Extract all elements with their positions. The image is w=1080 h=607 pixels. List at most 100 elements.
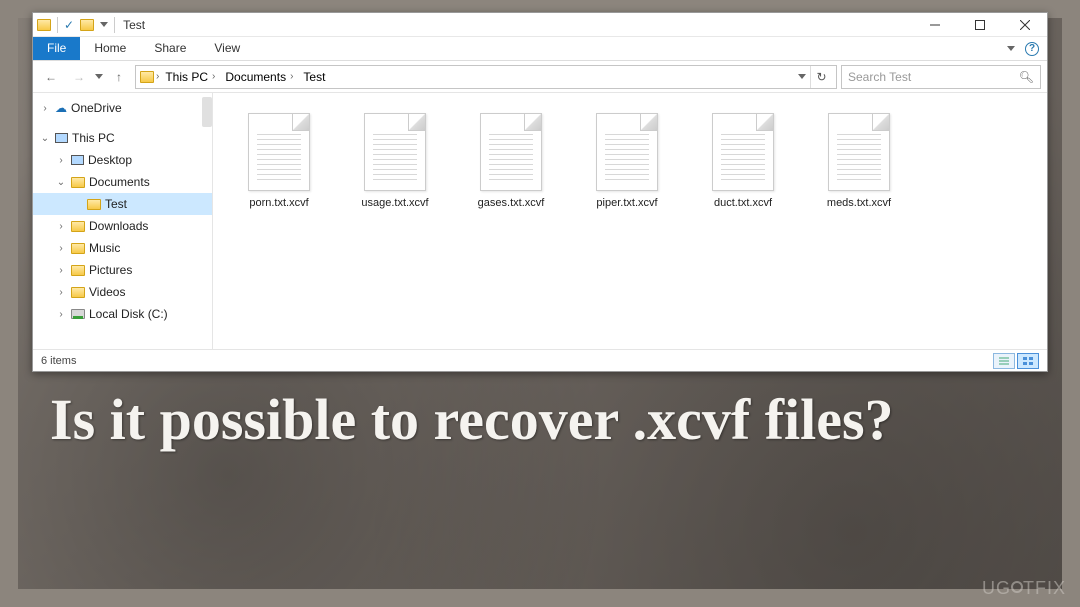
- minimize-button[interactable]: [912, 13, 957, 37]
- navigation-tree: › ☁ OneDrive ⌄ This PC › Desktop ⌄ Documents Test…: [33, 93, 213, 349]
- breadcrumb-label: Documents: [225, 70, 286, 84]
- close-button[interactable]: [1002, 13, 1047, 37]
- search-input[interactable]: Search Test 🔍︎: [841, 65, 1041, 89]
- tree-item-label: This PC: [72, 131, 115, 145]
- help-icon[interactable]: ?: [1025, 42, 1039, 56]
- expander-icon[interactable]: ›: [39, 103, 51, 114]
- tree-item-label: Videos: [89, 285, 125, 299]
- tree-item-desktop[interactable]: › Desktop: [33, 149, 212, 171]
- file-tab[interactable]: File: [33, 37, 80, 60]
- search-placeholder: Search Test: [848, 70, 911, 84]
- history-dropdown-icon[interactable]: [95, 74, 103, 79]
- tree-item-documents[interactable]: ⌄ Documents: [33, 171, 212, 193]
- file-name-label: meds.txt.xcvf: [827, 197, 891, 209]
- chevron-right-icon[interactable]: ›: [156, 71, 159, 82]
- folder-icon: [140, 71, 154, 83]
- file-item[interactable]: porn.txt.xcvf: [221, 105, 337, 217]
- file-list-pane[interactable]: porn.txt.xcvfusage.txt.xcvf gases.txt.xcv…: [213, 93, 1047, 349]
- file-item[interactable]: duct.txt.xcvf: [685, 105, 801, 217]
- up-button[interactable]: ↑: [107, 65, 131, 89]
- tree-item-test[interactable]: Test: [33, 193, 212, 215]
- tree-item-music[interactable]: › Music: [33, 237, 212, 259]
- forward-button[interactable]: →: [67, 65, 91, 89]
- expander-icon[interactable]: ›: [55, 265, 67, 276]
- quick-access-toolbar: ✓: [37, 17, 115, 33]
- tree-item-onedrive[interactable]: › ☁ OneDrive: [33, 97, 212, 119]
- tree-item-label: Desktop: [88, 153, 132, 167]
- expander-icon[interactable]: ›: [55, 155, 67, 166]
- file-item[interactable]: meds.txt.xcvf: [801, 105, 917, 217]
- chevron-right-icon[interactable]: ›: [212, 71, 215, 82]
- expander-icon[interactable]: ›: [55, 287, 67, 298]
- document-icon: [712, 113, 774, 191]
- tree-item-label: Documents: [89, 175, 150, 189]
- disk-icon: [71, 309, 85, 319]
- pc-icon: [55, 133, 68, 143]
- folder-icon: [71, 287, 85, 298]
- expander-icon[interactable]: ⌄: [55, 177, 67, 188]
- separator: [57, 17, 58, 33]
- folder-icon: [71, 177, 85, 188]
- expander-icon[interactable]: ›: [55, 221, 67, 232]
- titlebar: ✓ Test: [33, 13, 1047, 37]
- refresh-button[interactable]: ↻: [810, 66, 832, 88]
- share-tab[interactable]: Share: [140, 37, 200, 60]
- tree-item-label: OneDrive: [71, 101, 122, 115]
- navigation-bar: ← → ↑ › This PC › Documents › Test ↻ Searc…: [33, 61, 1047, 93]
- tree-item-label: Music: [89, 241, 120, 255]
- window-title: Test: [123, 18, 145, 32]
- chevron-down-icon[interactable]: [100, 22, 108, 27]
- search-icon[interactable]: 🔍︎: [1019, 70, 1034, 84]
- file-item[interactable]: gases.txt.xcvf: [453, 105, 569, 217]
- details-view-button[interactable]: [993, 353, 1015, 369]
- separator: [114, 17, 115, 33]
- body-area: › ☁ OneDrive ⌄ This PC › Desktop ⌄ Documents Test…: [33, 93, 1047, 349]
- chevron-right-icon[interactable]: ›: [290, 71, 293, 82]
- breadcrumb-label: This PC: [165, 70, 208, 84]
- maximize-button[interactable]: [957, 13, 1002, 37]
- chevron-down-icon[interactable]: [798, 74, 806, 79]
- tree-item-label: Downloads: [89, 219, 148, 233]
- tree-item-videos[interactable]: › Videos: [33, 281, 212, 303]
- file-item[interactable]: piper.txt.xcvf: [569, 105, 685, 217]
- breadcrumb[interactable]: This PC ›: [161, 70, 219, 84]
- checkmark-icon[interactable]: ✓: [64, 18, 74, 32]
- icons-view-button[interactable]: [1017, 353, 1039, 369]
- overlay-caption: Is it possible to recover .xcvf files?: [50, 390, 1030, 451]
- cloud-icon: ☁: [55, 101, 67, 115]
- breadcrumb-label: Test: [303, 70, 325, 84]
- watermark: UGTFIX: [982, 578, 1066, 599]
- expander-icon[interactable]: ›: [55, 243, 67, 254]
- file-name-label: piper.txt.xcvf: [596, 197, 657, 209]
- view-tab[interactable]: View: [200, 37, 254, 60]
- expander-icon[interactable]: ›: [55, 309, 67, 320]
- tree-item-local-disk-c-[interactable]: ›Local Disk (C:): [33, 303, 212, 325]
- file-explorer-window: ✓ Test File Home Share View ? ← → ↑ › Th…: [32, 12, 1048, 372]
- tree-item-pictures[interactable]: › Pictures: [33, 259, 212, 281]
- folder-icon: [71, 221, 85, 232]
- document-icon: [480, 113, 542, 191]
- tree-item-this-pc[interactable]: ⌄ This PC: [33, 127, 212, 149]
- item-count: 6 items: [41, 355, 76, 367]
- file-item[interactable]: usage.txt.xcvf: [337, 105, 453, 217]
- tree-item-downloads[interactable]: › Downloads: [33, 215, 212, 237]
- expand-ribbon-icon[interactable]: [1007, 46, 1015, 51]
- home-tab[interactable]: Home: [80, 37, 140, 60]
- tree-item-label: Pictures: [89, 263, 132, 277]
- breadcrumb[interactable]: Test: [299, 70, 329, 84]
- document-icon: [828, 113, 890, 191]
- file-name-label: gases.txt.xcvf: [478, 197, 545, 209]
- ribbon-tabs: File Home Share View ?: [33, 37, 1047, 61]
- folder-icon: [71, 265, 85, 276]
- file-name-label: duct.txt.xcvf: [714, 197, 772, 209]
- address-bar[interactable]: › This PC › Documents › Test ↻: [135, 65, 837, 89]
- breadcrumb[interactable]: Documents ›: [221, 70, 297, 84]
- status-bar: 6 items: [33, 349, 1047, 371]
- folder-icon: [87, 199, 101, 210]
- tree-item-label: Test: [105, 197, 127, 211]
- back-button[interactable]: ←: [39, 65, 63, 89]
- document-icon: [364, 113, 426, 191]
- folder-icon: [71, 243, 85, 254]
- expander-icon[interactable]: ⌄: [39, 133, 51, 144]
- folder-icon[interactable]: [80, 19, 94, 31]
